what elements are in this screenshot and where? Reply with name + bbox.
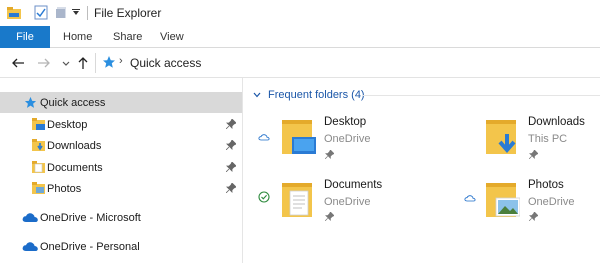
- group-header-frequent-folders[interactable]: Frequent folders (4): [253, 89, 365, 101]
- desktop-folder-icon: [282, 120, 316, 154]
- customize-toolbar-icon[interactable]: [72, 9, 80, 15]
- recent-locations-button[interactable]: [57, 54, 75, 72]
- folder-name: Desktop: [324, 116, 367, 128]
- window-title: File Explorer: [94, 6, 162, 20]
- folder-tile-documents[interactable]: Documents OneDrive: [258, 176, 438, 236]
- breadcrumb-quick-access[interactable]: Quick access: [130, 56, 201, 70]
- pin-icon[interactable]: [529, 150, 538, 159]
- folder-location: OneDrive: [324, 133, 371, 145]
- folder-app-icon[interactable]: [6, 5, 22, 21]
- onedrive-icon: [22, 242, 38, 251]
- nav-label: OneDrive - Microsoft: [40, 211, 141, 224]
- folder-tile-desktop[interactable]: Desktop OneDrive: [258, 113, 438, 173]
- content-pane: Frequent folders (4) Desktop OneDrive Do…: [243, 78, 600, 263]
- chevron-down-icon: [253, 92, 261, 98]
- chevron-down-icon: [62, 61, 70, 66]
- onedrive-icon: [22, 213, 38, 222]
- group-divider: [363, 95, 600, 96]
- synced-check-icon: [258, 191, 270, 203]
- nav-item-photos[interactable]: Photos: [0, 178, 242, 199]
- up-button[interactable]: [74, 54, 92, 72]
- folder-name: Photos: [528, 179, 564, 191]
- folder-location: OneDrive: [324, 196, 371, 208]
- photos-folder-icon: [486, 183, 520, 217]
- folder-tile-photos[interactable]: Photos OneDrive: [462, 176, 600, 236]
- nav-item-desktop[interactable]: Desktop: [0, 114, 242, 135]
- folder-tile-downloads[interactable]: Downloads This PC: [462, 113, 600, 173]
- nav-item-downloads[interactable]: Downloads: [0, 135, 242, 156]
- desktop-folder-icon: [32, 118, 45, 130]
- back-button[interactable]: [9, 54, 27, 72]
- tab-file[interactable]: File: [0, 26, 50, 48]
- pin-icon[interactable]: [325, 212, 334, 221]
- cloud-icon: [464, 195, 476, 202]
- navigation-pane: Quick access Desktop Downloads Documents…: [0, 84, 242, 263]
- tab-home[interactable]: Home: [63, 26, 92, 48]
- nav-label: OneDrive - Personal: [40, 240, 140, 253]
- documents-folder-icon: [32, 161, 45, 173]
- nav-label: Quick access: [40, 96, 106, 109]
- photos-folder-icon: [32, 182, 45, 194]
- pin-icon[interactable]: [226, 162, 236, 172]
- nav-item-onedrive-personal[interactable]: OneDrive - Personal: [0, 236, 242, 257]
- folder-name: Documents: [324, 179, 383, 191]
- nav-item-onedrive-microsoft[interactable]: OneDrive - Microsoft: [0, 207, 242, 228]
- star-icon: [103, 56, 115, 68]
- back-arrow-icon: [12, 58, 24, 68]
- pin-icon[interactable]: [529, 212, 538, 221]
- ribbon-tabs: File Home Share View: [0, 26, 600, 48]
- nav-item-quick-access[interactable]: Quick access: [0, 92, 242, 113]
- title-bar: File Explorer: [0, 0, 600, 26]
- pin-icon[interactable]: [226, 140, 236, 150]
- tab-view[interactable]: View: [160, 26, 184, 48]
- pin-icon[interactable]: [325, 150, 334, 159]
- new-folder-icon[interactable]: [55, 5, 67, 20]
- forward-button[interactable]: [35, 54, 53, 72]
- pin-icon[interactable]: [226, 183, 236, 193]
- nav-label: Desktop: [47, 118, 88, 131]
- up-arrow-icon: [78, 57, 88, 69]
- group-title: Frequent folders (4): [268, 89, 365, 101]
- nav-item-documents[interactable]: Documents: [0, 157, 242, 178]
- nav-label: Photos: [47, 182, 82, 195]
- title-separator: [87, 6, 88, 20]
- properties-icon[interactable]: [34, 5, 48, 20]
- star-icon: [24, 96, 37, 108]
- folder-location: This PC: [528, 133, 568, 145]
- folder-location: OneDrive: [528, 196, 575, 208]
- forward-arrow-icon: [38, 58, 50, 68]
- nav-label: Documents: [47, 161, 103, 174]
- address-bar[interactable]: › Quick access: [95, 53, 600, 73]
- tab-share[interactable]: Share: [113, 26, 142, 48]
- downloads-folder-icon: [32, 139, 45, 151]
- navigation-bar: › Quick access: [0, 48, 600, 78]
- downloads-folder-icon: [486, 120, 516, 154]
- nav-label: Downloads: [47, 139, 102, 152]
- folder-name: Downloads: [528, 116, 585, 128]
- breadcrumb-chevron-icon[interactable]: ›: [119, 55, 123, 67]
- pin-icon[interactable]: [226, 119, 236, 129]
- documents-folder-icon: [282, 183, 312, 217]
- cloud-icon: [258, 134, 270, 141]
